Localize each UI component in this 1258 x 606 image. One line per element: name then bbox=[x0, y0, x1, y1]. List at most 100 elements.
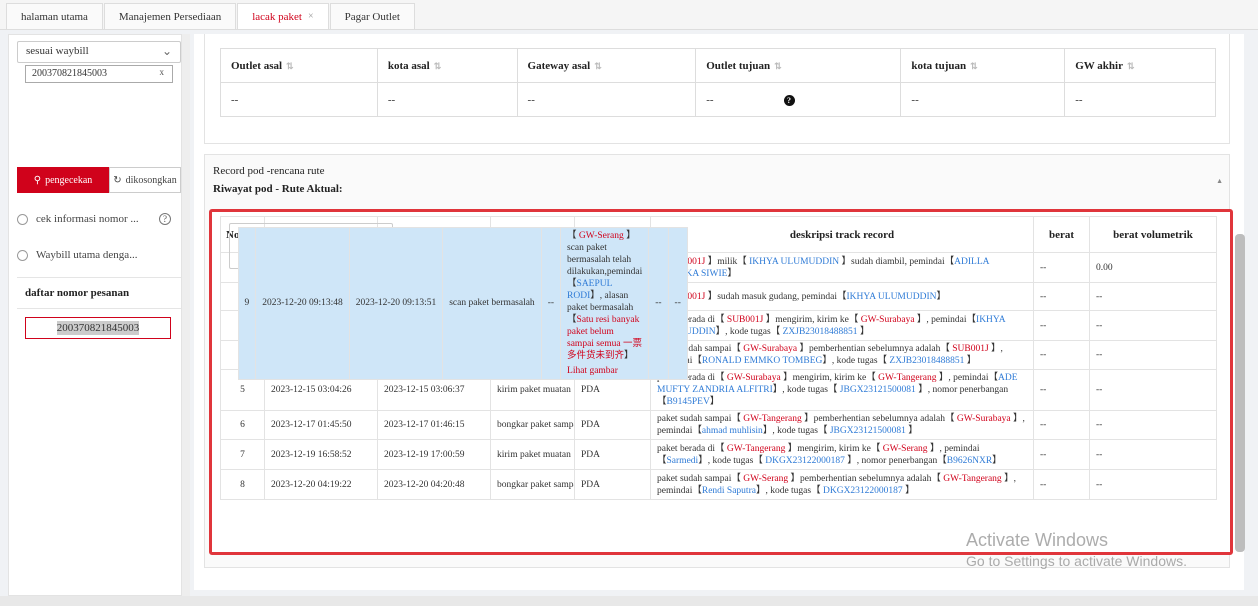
scan-type: bongkar paket sampai bbox=[490, 469, 575, 500]
sort-icon[interactable]: ⇅ bbox=[434, 61, 442, 71]
scan-device: PDA bbox=[574, 469, 651, 500]
scan-device: PDA bbox=[574, 439, 651, 470]
sort-icon[interactable]: ⇅ bbox=[1127, 61, 1135, 71]
tab-3[interactable]: Pagar Outlet bbox=[329, 3, 415, 29]
search-button[interactable]: ⚲ pengecekan bbox=[17, 167, 109, 193]
view-image-link[interactable]: Lihat gambar bbox=[567, 365, 642, 377]
desc-entity[interactable]: SUB001J bbox=[727, 315, 763, 325]
main-scrollbar-thumb[interactable] bbox=[1235, 234, 1245, 552]
weight-value: -- bbox=[1040, 350, 1047, 360]
desc-entity[interactable]: SUB001J bbox=[952, 344, 988, 354]
weight-value: -- bbox=[1040, 291, 1047, 302]
search-type-select[interactable]: sesuai waybill ⌄ bbox=[17, 41, 181, 63]
volumetric-weight-value: -- bbox=[1096, 320, 1103, 331]
summary-header[interactable]: kota tujuan ⇅ bbox=[900, 48, 1066, 83]
volumetric-weight-value: -- bbox=[1096, 385, 1103, 395]
desc-entity[interactable]: GW-Surabaya bbox=[727, 373, 781, 383]
track-description: paket berada di【 GW-Tangerang 】mengirim,… bbox=[650, 439, 1034, 470]
table-row[interactable]: 8 2023-12-20 04:19:22 2023-12-20 04:20:48 b… bbox=[220, 469, 1217, 500]
chevron-down-icon: ⌄ bbox=[161, 44, 172, 58]
desc-entity[interactable]: GW-Surabaya bbox=[861, 315, 915, 325]
scan-type: scan paket bermasalah bbox=[442, 226, 542, 380]
desc-text: 】, kode tugas【 bbox=[762, 426, 830, 436]
desc-entity[interactable]: B9626NXR bbox=[947, 456, 992, 466]
option-main-waybill[interactable]: Waybill utama denga... bbox=[17, 249, 137, 261]
scan-type-value: kirim paket muatan bbox=[497, 385, 571, 395]
route-summary-table: Outlet asal ⇅ kota asal ⇅ Gateway asal ⇅ Outle… bbox=[220, 48, 1216, 117]
desc-entity[interactable]: Rendi Saputra bbox=[702, 486, 756, 496]
tab-2[interactable]: lacak paket × bbox=[237, 3, 329, 29]
clear-input-icon[interactable]: x bbox=[160, 67, 165, 77]
desc-entity[interactable]: GW-Tangerang bbox=[878, 373, 936, 383]
question-icon[interactable]: ? bbox=[783, 94, 795, 106]
sort-icon[interactable]: ⇅ bbox=[774, 61, 782, 71]
volumetric-weight-value: -- bbox=[1096, 291, 1103, 302]
summary-header-label: Outlet tujuan bbox=[706, 59, 771, 72]
desc-entity[interactable]: DKGX23122000187 bbox=[765, 456, 845, 466]
summary-cell: -- bbox=[900, 82, 1066, 117]
upload-time-value: 2023-12-17 01:46:15 bbox=[384, 420, 465, 430]
tab-0[interactable]: halaman utama bbox=[6, 3, 103, 29]
desc-entity[interactable]: Sarmedi bbox=[667, 456, 699, 466]
summary-header[interactable]: Gateway asal ⇅ bbox=[516, 48, 697, 83]
desc-entity[interactable]: ZXJB23018488851 bbox=[889, 356, 964, 366]
scan-type: kirim paket muatan bbox=[490, 439, 575, 470]
sort-icon[interactable]: ⇅ bbox=[286, 61, 294, 71]
weight-value: -- bbox=[1040, 320, 1047, 331]
table-row[interactable]: 6 2023-12-17 01:45:50 2023-12-17 01:46:15 b… bbox=[220, 410, 1217, 440]
waybill-input[interactable]: 200370821845003 x bbox=[25, 65, 173, 83]
tab-1[interactable]: Manajemen Persediaan bbox=[103, 3, 237, 29]
track-header-label: deskripsi track record bbox=[789, 228, 895, 241]
desc-entity[interactable]: GW-Tangerang bbox=[943, 474, 1001, 484]
option-check-info[interactable]: cek informasi nomor ... bbox=[17, 213, 139, 225]
sort-icon[interactable]: ⇅ bbox=[970, 61, 978, 71]
desc-entity[interactable]: GW-Tangerang bbox=[743, 414, 801, 424]
volumetric-weight: -- bbox=[1089, 369, 1217, 411]
desc-entity[interactable]: JBGX23121500081 bbox=[840, 385, 916, 395]
desc-entity[interactable]: IKHYA ULUMUDDIN bbox=[847, 292, 937, 302]
upload-time: 2023-12-20 04:20:48 bbox=[377, 469, 491, 500]
desc-entity[interactable]: B9145PEV bbox=[667, 397, 710, 407]
scan-type-value: scan paket bermasalah bbox=[449, 298, 535, 308]
weight-value: -- bbox=[1040, 449, 1047, 460]
desc-entity[interactable]: DKGX23122000187 bbox=[823, 486, 903, 496]
bottom-scrollbar[interactable] bbox=[0, 596, 1258, 606]
table-row[interactable]: 9 2023-12-20 09:13:48 2023-12-20 09:13:51 s… bbox=[228, 222, 688, 380]
desc-entity[interactable]: GW-Serang bbox=[579, 231, 624, 241]
desc-entity[interactable]: JBGX23121500081 bbox=[830, 426, 906, 436]
desc-entity[interactable]: GW-Tangerang bbox=[727, 444, 785, 454]
desc-text: 】 bbox=[936, 291, 946, 302]
clear-button[interactable]: ↻ dikosongkan bbox=[109, 167, 181, 193]
summary-header[interactable]: GW akhir ⇅ bbox=[1064, 48, 1216, 83]
desc-entity[interactable]: GW-Serang bbox=[883, 444, 928, 454]
track-description: 【 SUB001J 】sudah masuk gudang, pemindai【… bbox=[650, 282, 1034, 311]
weight: -- bbox=[1033, 252, 1090, 283]
summary-header[interactable]: Outlet tujuan ⇅ bbox=[695, 48, 902, 83]
desc-text: 】pemberhentian sebelumnya adalah【 bbox=[797, 344, 953, 354]
summary-header-label: kota asal bbox=[387, 59, 430, 72]
volumetric-weight-value: -- bbox=[674, 298, 681, 308]
row-number-value: 5 bbox=[240, 385, 245, 395]
desc-entity[interactable]: ahmad muhlisin bbox=[702, 426, 763, 436]
radio-check-info[interactable] bbox=[17, 213, 28, 225]
table-row[interactable]: 7 2023-12-19 16:58:52 2023-12-19 17:00:59 k… bbox=[220, 439, 1217, 470]
watermark-line1: Activate Windows bbox=[966, 530, 1109, 550]
close-icon[interactable]: × bbox=[308, 11, 314, 22]
desc-entity[interactable]: ZXJB23018488851 bbox=[783, 327, 858, 337]
desc-entity[interactable]: GW-Surabaya bbox=[957, 414, 1011, 424]
left-scrollbar[interactable] bbox=[182, 34, 190, 596]
desc-entity[interactable]: RONALD EMMKO TOMBEG bbox=[702, 356, 823, 366]
collapse-caret-icon[interactable]: ▲ bbox=[1216, 177, 1223, 185]
upload-time: 2023-12-20 09:13:51 bbox=[348, 226, 444, 380]
summary-header[interactable]: Outlet asal ⇅ bbox=[220, 48, 378, 83]
help-icon[interactable]: ? bbox=[159, 213, 171, 225]
activate-windows-watermark: Activate Windows Go to Settings to activ… bbox=[966, 530, 1187, 569]
sort-icon[interactable]: ⇅ bbox=[594, 61, 602, 71]
desc-entity[interactable]: GW-Surabaya bbox=[743, 344, 797, 354]
radio-main-waybill[interactable] bbox=[17, 249, 28, 261]
desc-entity[interactable]: IKHYA ULUMUDDIN bbox=[749, 257, 839, 267]
volumetric-weight: -- bbox=[1089, 410, 1217, 440]
desc-entity[interactable]: GW-Serang bbox=[743, 474, 788, 484]
order-number-item[interactable]: 200370821845003 bbox=[25, 317, 171, 339]
summary-header[interactable]: kota asal ⇅ bbox=[376, 48, 518, 83]
